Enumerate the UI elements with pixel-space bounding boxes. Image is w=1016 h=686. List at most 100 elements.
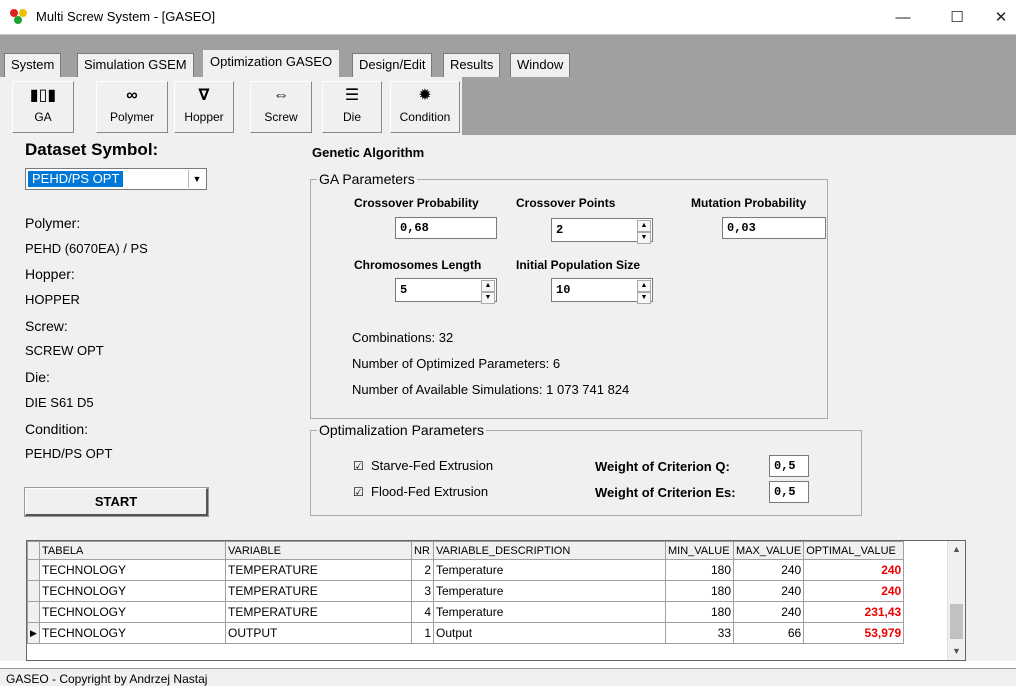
chromosomes-length-stepper[interactable]: 5 ▲ ▼ bbox=[395, 278, 497, 304]
cell-optimal-value[interactable]: 53,979 bbox=[803, 622, 905, 644]
cell-max-value[interactable]: 240 bbox=[732, 601, 805, 623]
combinations-text: Combinations: 32 bbox=[352, 330, 454, 345]
cell-description[interactable]: Temperature bbox=[433, 601, 666, 623]
column-header-variable-description[interactable]: VARIABLE_DESCRIPTION bbox=[433, 541, 666, 560]
vertical-scrollbar[interactable]: ▲ ▼ bbox=[947, 541, 965, 660]
tab-window[interactable]: Window bbox=[510, 53, 571, 77]
spin-up-icon[interactable]: ▲ bbox=[637, 220, 651, 232]
mutation-probability-input[interactable]: 0,03 bbox=[722, 217, 826, 239]
table-row[interactable]: TECHNOLOGY TEMPERATURE 4 Temperature 180… bbox=[27, 601, 905, 623]
cell-nr[interactable]: 4 bbox=[411, 601, 434, 623]
hopper-button[interactable]: ∇ Hopper bbox=[174, 81, 234, 133]
cell-nr[interactable]: 3 bbox=[411, 580, 434, 602]
polymer-button[interactable]: ∞ Polymer bbox=[96, 81, 168, 133]
crossover-points-stepper[interactable]: 2 ▲ ▼ bbox=[551, 218, 653, 244]
minimize-button[interactable]: — bbox=[880, 0, 926, 34]
cell-description[interactable]: Temperature bbox=[433, 559, 666, 581]
scroll-up-icon[interactable]: ▲ bbox=[948, 541, 965, 558]
crossover-probability-label: Crossover Probability bbox=[354, 196, 479, 210]
column-header-max-value[interactable]: MAX_VALUE bbox=[732, 541, 805, 560]
cell-tabela[interactable]: TECHNOLOGY bbox=[39, 601, 226, 623]
spin-down-icon[interactable]: ▼ bbox=[637, 292, 651, 304]
cell-optimal-value[interactable]: 240 bbox=[803, 559, 905, 581]
cell-max-value[interactable]: 240 bbox=[732, 580, 805, 602]
hopper-icon: ∇ bbox=[198, 87, 210, 104]
toolbar-strip: ▮▯▮ GA ∞ Polymer ∇ Hopper ⇔ Screw ☰ Die … bbox=[0, 77, 462, 135]
initial-population-size-stepper[interactable]: 10 ▲ ▼ bbox=[551, 278, 653, 304]
column-header-nr[interactable]: NR bbox=[411, 541, 434, 560]
tab-optimization-gaseo[interactable]: Optimization GASEO bbox=[203, 50, 340, 78]
cell-tabela[interactable]: TECHNOLOGY bbox=[39, 580, 226, 602]
die-value: DIE S61 D5 bbox=[25, 395, 94, 410]
cell-variable[interactable]: TEMPERATURE bbox=[225, 580, 412, 602]
checkbox-checked-icon[interactable]: ☑ bbox=[353, 459, 365, 473]
checkbox-checked-icon[interactable]: ☑ bbox=[353, 485, 365, 499]
weight-es-input[interactable]: 0,5 bbox=[769, 481, 809, 503]
start-button[interactable]: START bbox=[24, 487, 209, 517]
spin-buttons[interactable]: ▲ ▼ bbox=[637, 280, 651, 304]
table-row[interactable]: TECHNOLOGY TEMPERATURE 2 Temperature 180… bbox=[27, 559, 905, 581]
crossover-probability-input[interactable]: 0,68 bbox=[395, 217, 497, 239]
die-icon: ☰ bbox=[344, 87, 360, 104]
cell-nr[interactable]: 1 bbox=[411, 622, 434, 644]
screw-label: Screw: bbox=[25, 318, 68, 334]
dataset-symbol-select[interactable]: PEHD/PS OPT ▼ bbox=[25, 168, 207, 190]
column-header-tabela[interactable]: TABELA bbox=[39, 541, 226, 560]
chevron-down-icon[interactable]: ▼ bbox=[188, 170, 205, 188]
column-header-min-value[interactable]: MIN_VALUE bbox=[665, 541, 734, 560]
maximize-button[interactable]: ☐ bbox=[934, 0, 980, 34]
tab-design-edit[interactable]: Design/Edit bbox=[352, 53, 433, 77]
table-row[interactable]: TECHNOLOGY TEMPERATURE 3 Temperature 180… bbox=[27, 580, 905, 602]
spin-up-icon[interactable]: ▲ bbox=[481, 280, 495, 292]
chromosomes-length-label: Chromosomes Length bbox=[354, 258, 482, 272]
results-table: TABELA VARIABLE NR VARIABLE_DESCRIPTION … bbox=[27, 541, 905, 644]
cell-tabela[interactable]: TECHNOLOGY bbox=[39, 622, 226, 644]
row-indicator-header bbox=[27, 541, 40, 560]
cell-min-value[interactable]: 33 bbox=[665, 622, 734, 644]
spin-up-icon[interactable]: ▲ bbox=[637, 280, 651, 292]
die-button[interactable]: ☰ Die bbox=[322, 81, 382, 133]
cell-max-value[interactable]: 66 bbox=[732, 622, 805, 644]
cell-min-value[interactable]: 180 bbox=[665, 601, 734, 623]
spin-down-icon[interactable]: ▼ bbox=[637, 232, 651, 244]
cell-max-value[interactable]: 240 bbox=[732, 559, 805, 581]
cell-variable[interactable]: TEMPERATURE bbox=[225, 559, 412, 581]
cell-variable[interactable]: TEMPERATURE bbox=[225, 601, 412, 623]
chromosomes-length-value: 5 bbox=[400, 283, 408, 297]
results-grid[interactable]: TABELA VARIABLE NR VARIABLE_DESCRIPTION … bbox=[26, 540, 966, 661]
tab-system[interactable]: System bbox=[4, 53, 62, 77]
current-row-pointer-icon: ▶ bbox=[27, 622, 40, 644]
cell-nr[interactable]: 2 bbox=[411, 559, 434, 581]
flood-fed-checkbox[interactable]: ☑ Flood-Fed Extrusion bbox=[353, 484, 488, 499]
condition-button[interactable]: ✹ Condition bbox=[390, 81, 460, 133]
tab-simulation-gsem[interactable]: Simulation GSEM bbox=[77, 53, 194, 77]
column-header-optimal-value[interactable]: OPTIMAL_VALUE bbox=[803, 541, 905, 560]
scroll-thumb[interactable] bbox=[950, 604, 963, 639]
cell-tabela[interactable]: TECHNOLOGY bbox=[39, 559, 226, 581]
crossover-points-label: Crossover Points bbox=[516, 196, 616, 210]
cell-variable[interactable]: OUTPUT bbox=[225, 622, 412, 644]
column-header-variable[interactable]: VARIABLE bbox=[225, 541, 412, 560]
screw-button[interactable]: ⇔ Screw bbox=[250, 81, 312, 133]
spin-down-icon[interactable]: ▼ bbox=[481, 292, 495, 304]
cell-min-value[interactable]: 180 bbox=[665, 580, 734, 602]
initial-population-size-label: Initial Population Size bbox=[516, 258, 641, 272]
weight-q-input[interactable]: 0,5 bbox=[769, 455, 809, 477]
tab-results[interactable]: Results bbox=[443, 53, 501, 77]
cell-min-value[interactable]: 180 bbox=[665, 559, 734, 581]
genetic-algorithm-panel: Genetic Algorithm GA Parameters Crossove… bbox=[232, 135, 1016, 525]
cell-optimal-value[interactable]: 231,43 bbox=[803, 601, 905, 623]
spin-buttons[interactable]: ▲ ▼ bbox=[481, 280, 495, 304]
cell-description[interactable]: Output bbox=[433, 622, 666, 644]
close-button[interactable]: ✕ bbox=[978, 0, 1016, 34]
table-row[interactable]: ▶ TECHNOLOGY OUTPUT 1 Output 33 66 53,97… bbox=[27, 622, 905, 644]
scroll-down-icon[interactable]: ▼ bbox=[948, 643, 965, 660]
cell-description[interactable]: Temperature bbox=[433, 580, 666, 602]
starve-fed-checkbox[interactable]: ☑ Starve-Fed Extrusion bbox=[353, 458, 493, 473]
app-logo-icon bbox=[10, 9, 28, 25]
cell-optimal-value[interactable]: 240 bbox=[803, 580, 905, 602]
spin-buttons[interactable]: ▲ ▼ bbox=[637, 220, 651, 244]
crossover-points-value: 2 bbox=[556, 223, 564, 237]
ga-button[interactable]: ▮▯▮ GA bbox=[12, 81, 74, 133]
weight-es-label: Weight of Criterion Es: bbox=[595, 485, 736, 500]
